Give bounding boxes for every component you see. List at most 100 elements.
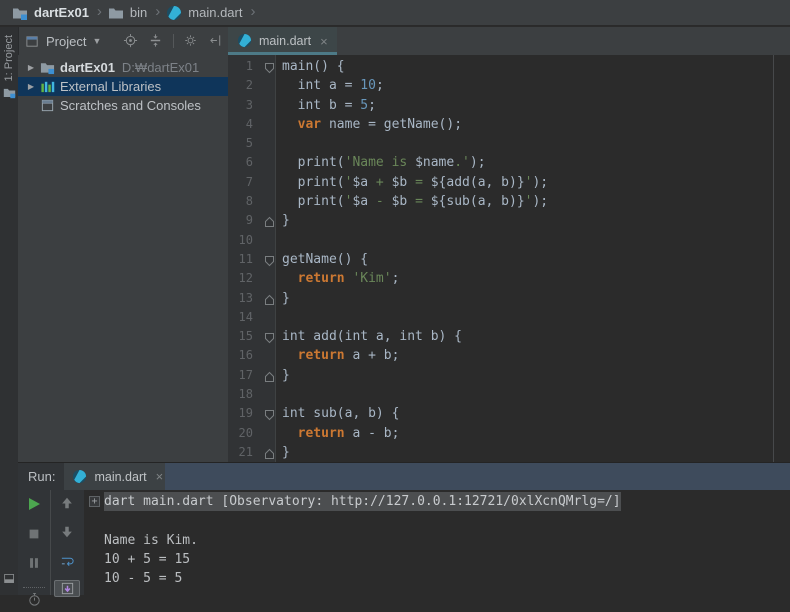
- console-line[interactable]: 10 - 5 = 5: [84, 569, 790, 588]
- chevron-right-icon: ›: [96, 3, 102, 20]
- console-line[interactable]: [84, 511, 790, 530]
- scroll-to-end-button[interactable]: [54, 580, 80, 597]
- down-stack-button[interactable]: [60, 525, 74, 544]
- breadcrumb-label: dartEx01: [34, 5, 89, 20]
- code-line[interactable]: 19 int sub(a, b) {: [228, 404, 790, 423]
- code-editor[interactable]: 1 main() {2 int a = 10; 3 int b = 5; 4 var …: [228, 55, 790, 462]
- close-icon[interactable]: ×: [320, 34, 328, 49]
- code-line[interactable]: 13}: [228, 289, 790, 308]
- code-line[interactable]: 20 return a - b;: [228, 424, 790, 443]
- line-number: 3: [245, 97, 253, 112]
- line-number: 20: [238, 425, 253, 440]
- line-number: 15: [238, 329, 253, 344]
- expand-arrow-icon[interactable]: ▶: [26, 82, 36, 91]
- code-text: int add(int a, int b) {: [282, 329, 463, 345]
- collapse-all-icon[interactable]: [148, 33, 164, 49]
- code-line[interactable]: 9}: [228, 211, 790, 230]
- fold-end-icon[interactable]: [264, 447, 275, 462]
- console-output-text: Name is Kim.: [104, 532, 198, 548]
- stop-button[interactable]: [27, 527, 41, 546]
- fold-column: [253, 308, 282, 327]
- breadcrumb-item-bin[interactable]: bin: [108, 5, 147, 21]
- line-number: 18: [238, 387, 253, 402]
- expand-plus-icon[interactable]: +: [89, 496, 100, 508]
- tree-item-dartEx01[interactable]: ▶ dartEx01 D:₩dartEx01: [18, 58, 228, 77]
- run-tab-main-dart[interactable]: main.dart ×: [64, 463, 172, 490]
- fold-column: [253, 269, 282, 288]
- project-tree-panel: ▶ dartEx01 D:₩dartEx01 ▶ External Librar…: [18, 55, 228, 462]
- code-line[interactable]: 12 return 'Kim';: [228, 269, 790, 288]
- soft-wrap-icon[interactable]: [60, 554, 75, 574]
- code-text: getName() {: [282, 251, 369, 267]
- chevron-right-icon: ›: [155, 3, 161, 20]
- code-line[interactable]: 6 print('Name is $name.');: [228, 153, 790, 172]
- run-header-focus-band[interactable]: [165, 463, 790, 490]
- code-line[interactable]: 3 int b = 5;: [228, 96, 790, 115]
- fold-column: [253, 231, 282, 250]
- fold-column: [253, 115, 282, 134]
- code-line[interactable]: 8 print('$a - $b = ${sub(a, b)}');: [228, 192, 790, 211]
- breadcrumb-label: main.dart: [188, 5, 243, 20]
- close-icon[interactable]: ×: [156, 469, 164, 484]
- tree-item-scratches[interactable]: Scratches and Consoles: [18, 96, 228, 115]
- breadcrumb-item-project[interactable]: dartEx01: [12, 5, 89, 21]
- line-number: 14: [238, 309, 253, 324]
- up-stack-button[interactable]: [60, 496, 74, 515]
- code-line[interactable]: 5: [228, 134, 790, 153]
- tree-item-external-libraries[interactable]: ▶ External Libraries: [18, 77, 228, 96]
- code-text: print('$a - $b = ${sub(a, b)}');: [282, 194, 549, 210]
- rerun-button[interactable]: [26, 496, 42, 517]
- run-panel-label: Run:: [28, 469, 56, 484]
- code-text: int sub(a, b) {: [282, 406, 400, 422]
- project-panel-title[interactable]: Project: [46, 34, 86, 49]
- code-line[interactable]: 14: [228, 308, 790, 327]
- fold-column: [253, 76, 282, 95]
- console-output-text: 10 - 5 = 5: [104, 571, 183, 587]
- code-line[interactable]: 18: [228, 385, 790, 404]
- stripe-run-button[interactable]: [1, 572, 17, 590]
- code-line[interactable]: 4 var name = getName();: [228, 115, 790, 134]
- toolbar-separator: [173, 34, 175, 48]
- locate-icon[interactable]: [123, 33, 139, 49]
- code-text: main() {: [282, 59, 345, 74]
- chevron-down-icon[interactable]: ▼: [92, 36, 101, 46]
- breadcrumb-item-file[interactable]: main.dart: [166, 5, 242, 21]
- fold-column: [253, 57, 282, 76]
- console-command-text: dart main.dart [Observatory: http://127.…: [104, 492, 621, 512]
- code-line[interactable]: 21}: [228, 443, 790, 462]
- console-line[interactable]: + dart main.dart [Observatory: http://127…: [84, 492, 790, 512]
- line-number: 21: [238, 444, 253, 459]
- run-console[interactable]: + dart main.dart [Observatory: http://127…: [84, 490, 790, 595]
- tab-main-dart[interactable]: main.dart ×: [228, 27, 337, 55]
- pause-button[interactable]: [27, 556, 41, 575]
- dart-file-icon: [237, 33, 253, 49]
- project-folder-icon: [12, 5, 28, 21]
- console-output-text: 10 + 5 = 15: [104, 551, 191, 567]
- console-line[interactable]: Name is Kim.: [84, 531, 790, 550]
- code-line[interactable]: 2 int a = 10;: [228, 76, 790, 95]
- expand-arrow-icon[interactable]: ▶: [26, 63, 36, 72]
- code-line[interactable]: 17}: [228, 366, 790, 385]
- fold-column: [253, 96, 282, 115]
- tool-window-toggle-icon: [3, 572, 16, 590]
- code-line[interactable]: 16 return a + b;: [228, 346, 790, 365]
- timer-icon[interactable]: [27, 592, 42, 612]
- code-line[interactable]: 11 getName() {: [228, 250, 790, 269]
- fold-column: [253, 192, 282, 211]
- tree-item-label: Scratches and Consoles: [60, 98, 201, 113]
- code-line[interactable]: 10: [228, 231, 790, 250]
- line-number: 2: [245, 78, 253, 93]
- toolbar-dotted-separator: [23, 587, 45, 588]
- code-text: int b = 5;: [282, 97, 376, 113]
- project-panel-header: Project ▼: [18, 27, 228, 62]
- code-line[interactable]: 7 print('$a + $b = ${add(a, b)}');: [228, 173, 790, 192]
- code-text: var name = getName();: [297, 116, 463, 132]
- fold-column: [253, 211, 282, 230]
- code-line[interactable]: 1 main() {: [228, 57, 790, 76]
- code-text: }: [282, 367, 290, 383]
- hide-panel-icon[interactable]: [208, 33, 224, 49]
- console-line[interactable]: 10 + 5 = 15: [84, 550, 790, 569]
- code-line[interactable]: 15 int add(int a, int b) {: [228, 327, 790, 346]
- settings-gear-icon[interactable]: [183, 33, 199, 62]
- stripe-project-button[interactable]: 1: Project: [1, 35, 17, 104]
